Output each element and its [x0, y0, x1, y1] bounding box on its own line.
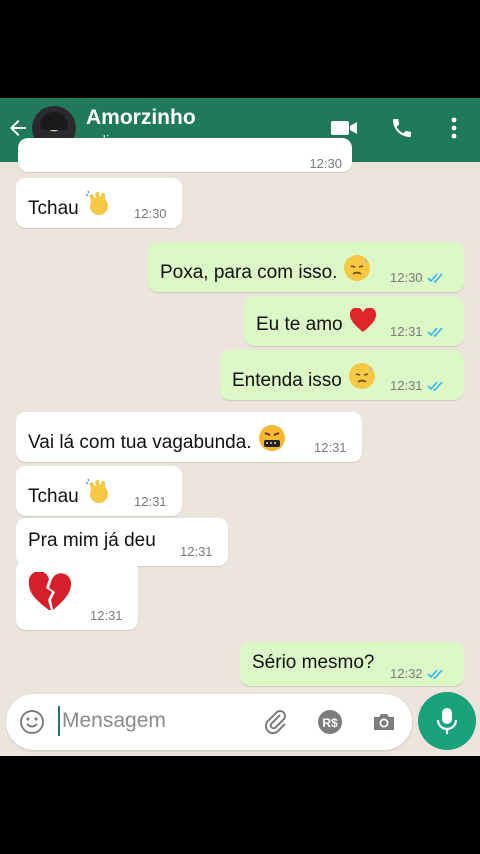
message-bubble-outgoing[interactable]: Sério mesmo? 12:32 — [240, 642, 464, 686]
message-list[interactable]: 12:30 Tchau 12:30 Poxa, para com isso. 1… — [0, 138, 480, 690]
message-time: 12:30 — [134, 206, 167, 221]
mic-icon — [435, 707, 459, 740]
message-input[interactable] — [58, 706, 248, 736]
message-bubble-incoming[interactable]: 12:31 — [16, 560, 138, 630]
read-ticks-icon — [426, 380, 447, 395]
message-text: Tchau — [28, 478, 113, 512]
message-bubble-outgoing[interactable]: Entenda isso 12:31 — [220, 350, 464, 400]
sad-face-icon — [348, 362, 376, 396]
message-bubble-partial[interactable]: 12:30 — [18, 138, 352, 172]
chat-screen: Amorzinho online 12:30 Tchau 12:30 Poxa,… — [0, 98, 480, 756]
message-time: 12:30 — [390, 270, 447, 287]
broken-heart-icon — [28, 571, 72, 618]
emoji-icon[interactable] — [18, 708, 46, 741]
read-ticks-icon — [426, 668, 447, 683]
phone-icon[interactable] — [390, 116, 414, 140]
message-text: Poxa, para com isso. — [160, 254, 371, 288]
payment-icon[interactable]: R$ — [316, 708, 344, 741]
message-bubble-outgoing[interactable]: Eu te amo 12:31 — [244, 296, 464, 346]
video-call-icon[interactable] — [330, 116, 358, 140]
mic-button[interactable] — [418, 692, 476, 750]
message-time: 12:31 — [390, 378, 447, 395]
message-time: 12:31 — [314, 440, 347, 455]
waving-hand-icon — [85, 478, 113, 512]
message-composer: R$ — [6, 694, 412, 750]
more-vert-icon[interactable] — [446, 116, 462, 140]
camera-icon[interactable] — [370, 708, 398, 741]
waving-hand-icon — [85, 190, 113, 224]
message-time: 12:30 — [309, 156, 342, 171]
message-bubble-incoming[interactable]: Tchau 12:30 — [16, 178, 182, 228]
message-text: Entenda isso — [232, 362, 376, 396]
payment-label: R$ — [322, 716, 338, 730]
message-text: Tchau — [28, 190, 113, 224]
sad-face-icon — [343, 254, 371, 288]
message-time: 12:32 — [390, 666, 447, 683]
message-text: Pra mim já deu — [28, 530, 156, 551]
message-time: 12:31 — [180, 544, 213, 559]
message-bubble-incoming[interactable]: Vai lá com tua vagabunda. 12:31 — [16, 412, 362, 462]
message-bubble-incoming[interactable]: Tchau 12:31 — [16, 466, 182, 516]
red-heart-icon — [349, 307, 377, 340]
message-bubble-outgoing[interactable]: Poxa, para com isso. 12:30 — [148, 242, 464, 292]
message-text: Vai lá com tua vagabunda. — [28, 424, 286, 458]
read-ticks-icon — [426, 272, 447, 287]
back-arrow-icon[interactable] — [6, 116, 30, 140]
message-bubble-incoming[interactable]: Pra mim já deu 12:31 — [16, 518, 228, 566]
message-text: Sério mesmo? — [252, 652, 375, 673]
message-text: Eu te amo — [256, 307, 377, 340]
contact-name[interactable]: Amorzinho — [86, 106, 196, 130]
message-time: 12:31 — [90, 608, 123, 623]
message-time: 12:31 — [390, 324, 447, 341]
message-time: 12:31 — [134, 494, 167, 509]
read-ticks-icon — [426, 326, 447, 341]
attach-icon[interactable] — [262, 708, 290, 741]
cursing-face-icon — [258, 424, 286, 458]
